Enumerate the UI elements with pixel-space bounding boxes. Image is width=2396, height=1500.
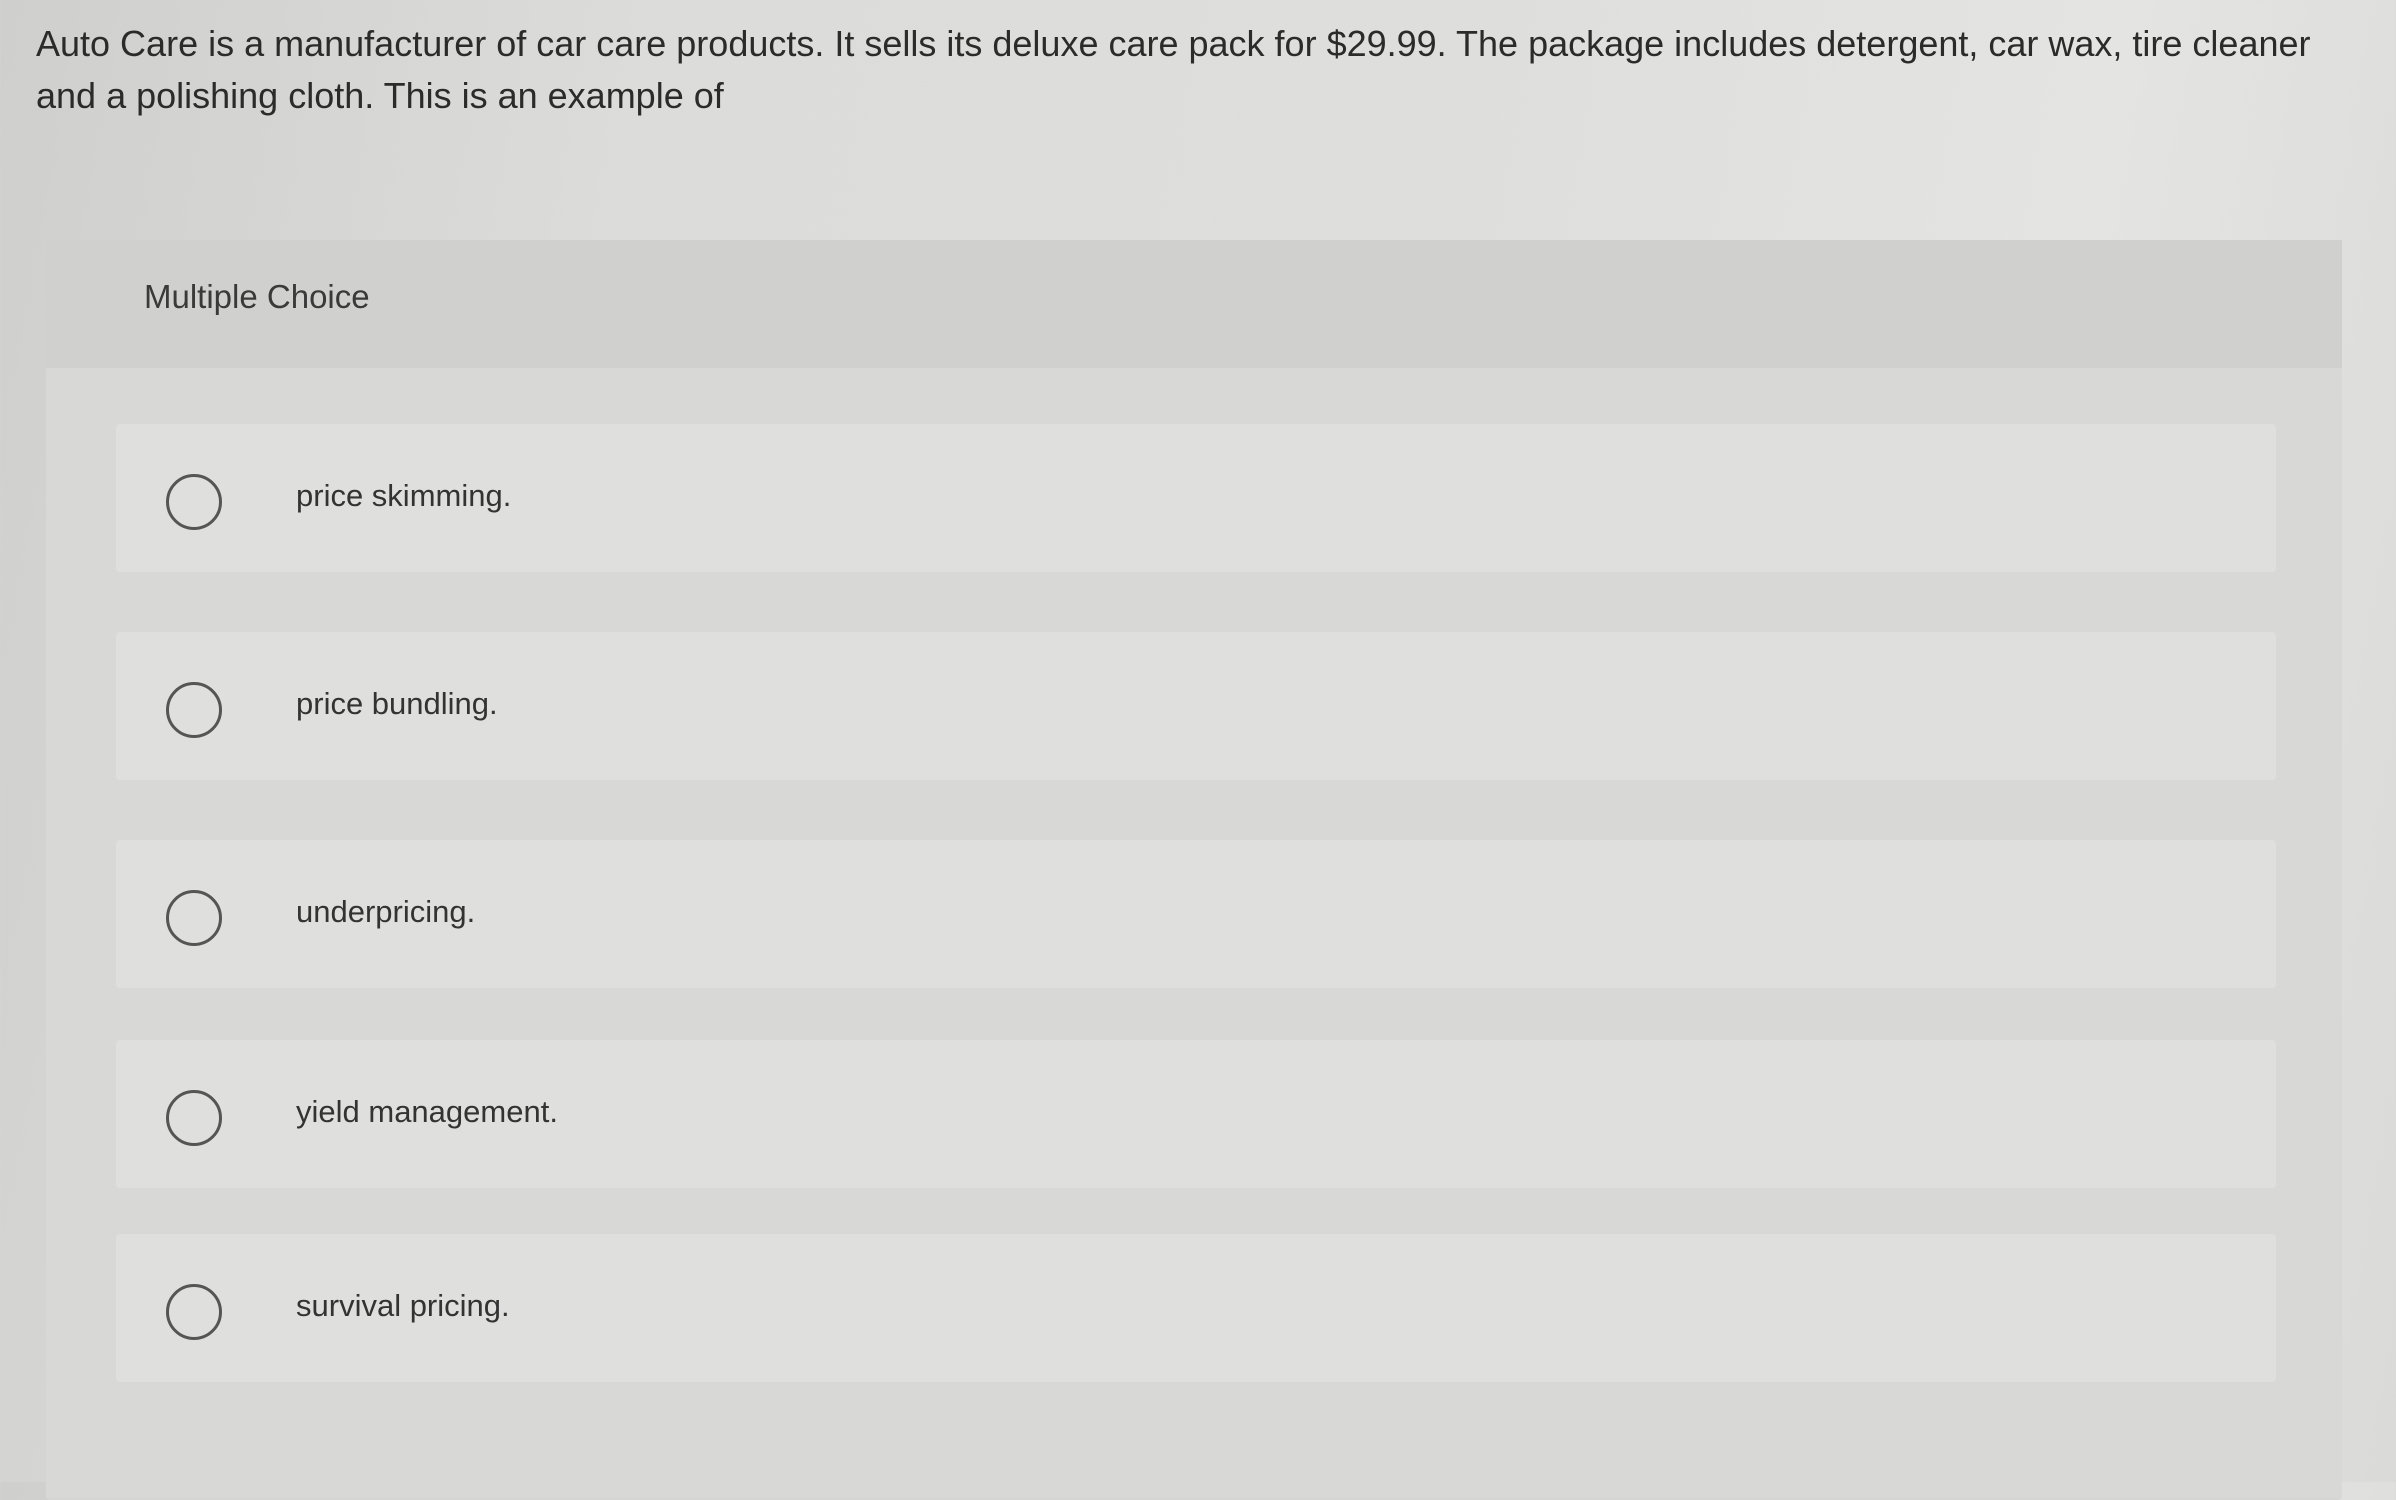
multiple-choice-panel: Multiple Choice price skimming. price bu…	[46, 240, 2342, 1500]
panel-header: Multiple Choice	[46, 240, 2342, 370]
radio-button-icon[interactable]	[166, 1284, 222, 1340]
radio-button-icon[interactable]	[166, 1090, 222, 1146]
option-label: underpricing.	[296, 894, 476, 929]
option-underpricing[interactable]: underpricing.	[116, 840, 2276, 988]
question-text: Auto Care is a manufacturer of car care …	[36, 23, 2311, 116]
option-price-skimming[interactable]: price skimming.	[116, 424, 2276, 572]
option-price-bundling[interactable]: price bundling.	[116, 632, 2276, 780]
option-label: survival pricing.	[296, 1288, 510, 1323]
option-label: price bundling.	[296, 686, 498, 721]
radio-button-icon[interactable]	[166, 890, 222, 946]
option-label: yield management.	[296, 1094, 558, 1129]
multiple-choice-label: Multiple Choice	[144, 278, 370, 315]
options-list: price skimming. price bundling. underpri…	[46, 368, 2342, 1498]
radio-button-icon[interactable]	[166, 474, 222, 530]
option-survival-pricing[interactable]: survival pricing.	[116, 1234, 2276, 1382]
option-yield-management[interactable]: yield management.	[116, 1040, 2276, 1188]
option-label: price skimming.	[296, 478, 512, 513]
radio-button-icon[interactable]	[166, 682, 222, 738]
